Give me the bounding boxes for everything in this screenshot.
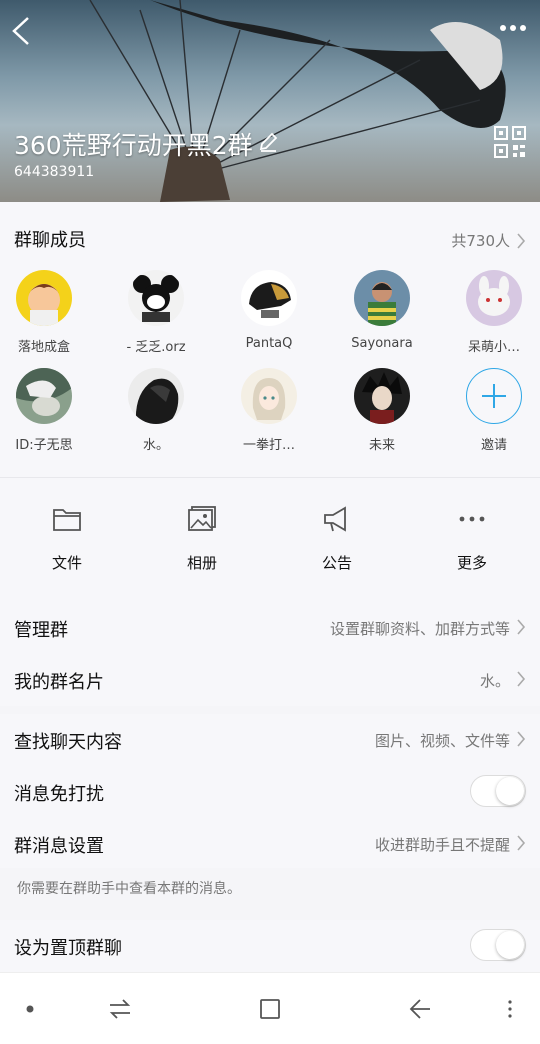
group-header: 360荒野行动开黑2群 644383911 — [0, 0, 540, 202]
announcement-button[interactable]: 公告 — [292, 504, 382, 573]
album-button[interactable]: 相册 — [157, 504, 247, 573]
member-item[interactable]: 水。 — [106, 368, 206, 453]
invite-label: 邀请 — [480, 438, 507, 453]
pin-chat-row: 设为置顶群聊 — [0, 920, 540, 972]
group-title: 360荒野行动开黑2群 — [14, 131, 253, 160]
action-label: 公告 — [321, 554, 352, 572]
files-button[interactable]: 文件 — [22, 504, 112, 573]
member-name: 呆萌小… — [467, 340, 520, 355]
avatar — [241, 270, 297, 326]
dot-icon[interactable] — [18, 997, 42, 1021]
members-title: 群聊成员 — [14, 230, 86, 251]
pin-chat-toggle[interactable] — [470, 929, 526, 961]
message-settings-hint: 你需要在群助手中查看本群的消息。 — [17, 881, 241, 897]
row-value: 水。 — [479, 672, 510, 690]
row-label: 设为置顶群聊 — [14, 938, 122, 959]
home-icon[interactable] — [258, 997, 282, 1021]
row-value: 设置群聊资料、加群方式等 — [329, 620, 510, 638]
member-name: 水。 — [142, 438, 169, 453]
member-item[interactable]: 落地成盒 — [0, 270, 94, 355]
menu-icon[interactable] — [498, 997, 522, 1021]
message-settings-row[interactable]: 群消息设置 收进群助手且不提醒 — [0, 818, 540, 868]
row-label: 管理群 — [14, 620, 68, 641]
member-name: Sayonara — [351, 336, 413, 351]
more-options-icon[interactable] — [498, 18, 528, 38]
search-history-row[interactable]: 查找聊天内容 图片、视频、文件等 — [0, 714, 540, 766]
member-name: 未来 — [368, 438, 395, 453]
folder-icon — [53, 509, 81, 531]
switch-icon[interactable] — [108, 997, 132, 1021]
row-label: 群消息设置 — [14, 836, 104, 857]
back-icon[interactable] — [8, 14, 36, 48]
group-id: 644383911 — [14, 164, 95, 180]
row-value: 图片、视频、文件等 — [374, 732, 510, 750]
more-button[interactable]: 更多 — [427, 504, 517, 573]
avatar — [16, 270, 72, 326]
avatar — [16, 368, 72, 424]
chevron-right-icon — [517, 233, 526, 249]
member-name: 落地成盒 — [17, 340, 70, 355]
chevron-right-icon — [517, 731, 526, 747]
chevron-right-icon — [517, 835, 526, 851]
member-item[interactable]: Sayonara — [332, 270, 432, 351]
avatar — [354, 270, 410, 326]
group-card-row[interactable]: 我的群名片 水。 — [0, 654, 540, 706]
edit-icon[interactable] — [258, 132, 278, 152]
member-item[interactable]: - 乏乏.orz — [106, 270, 206, 355]
chevron-right-icon — [517, 619, 526, 635]
members-count[interactable]: 共730人 — [451, 230, 510, 251]
do-not-disturb-row: 消息免打扰 — [0, 766, 540, 818]
avatar — [466, 270, 522, 326]
invite-button[interactable]: 邀请 — [444, 368, 540, 453]
row-label: 我的群名片 — [14, 672, 104, 693]
member-name: 一拳打… — [242, 438, 295, 453]
action-label: 相册 — [186, 554, 217, 572]
members-panel: 群聊成员 共730人 落地成盒 - 乏乏.orz PantaQ Sayonara… — [0, 202, 540, 478]
megaphone-icon — [324, 506, 346, 532]
member-name: - 乏乏.orz — [126, 340, 186, 355]
action-label: 文件 — [51, 554, 82, 572]
member-item[interactable]: ID:子无思 — [0, 368, 94, 453]
action-label: 更多 — [456, 554, 487, 572]
avatar — [241, 368, 297, 424]
avatar — [128, 368, 184, 424]
row-value: 收进群助手且不提醒 — [374, 836, 510, 854]
avatar — [354, 368, 410, 424]
toggle-knob — [496, 931, 524, 959]
member-item[interactable]: 呆萌小… — [444, 270, 540, 355]
quick-actions: 文件 相册 公告 更多 — [0, 478, 540, 600]
do-not-disturb-toggle[interactable] — [470, 775, 526, 807]
album-icon — [188, 506, 216, 531]
member-name: ID:子无思 — [15, 438, 73, 453]
invite-icon — [466, 368, 522, 424]
row-label: 查找聊天内容 — [14, 732, 122, 753]
qr-code-icon[interactable] — [494, 126, 526, 158]
chevron-right-icon — [517, 671, 526, 687]
member-name: PantaQ — [245, 336, 293, 351]
row-label: 消息免打扰 — [14, 784, 104, 805]
manage-group-row[interactable]: 管理群 设置群聊资料、加群方式等 — [0, 600, 540, 654]
back-nav-icon[interactable] — [408, 997, 432, 1021]
more-icon — [459, 516, 485, 522]
system-navigation-bar — [0, 972, 540, 1044]
toggle-knob — [496, 777, 524, 805]
member-item[interactable]: 一拳打… — [219, 368, 319, 453]
member-item[interactable]: PantaQ — [219, 270, 319, 351]
member-item[interactable]: 未来 — [332, 368, 432, 453]
avatar — [128, 270, 184, 326]
